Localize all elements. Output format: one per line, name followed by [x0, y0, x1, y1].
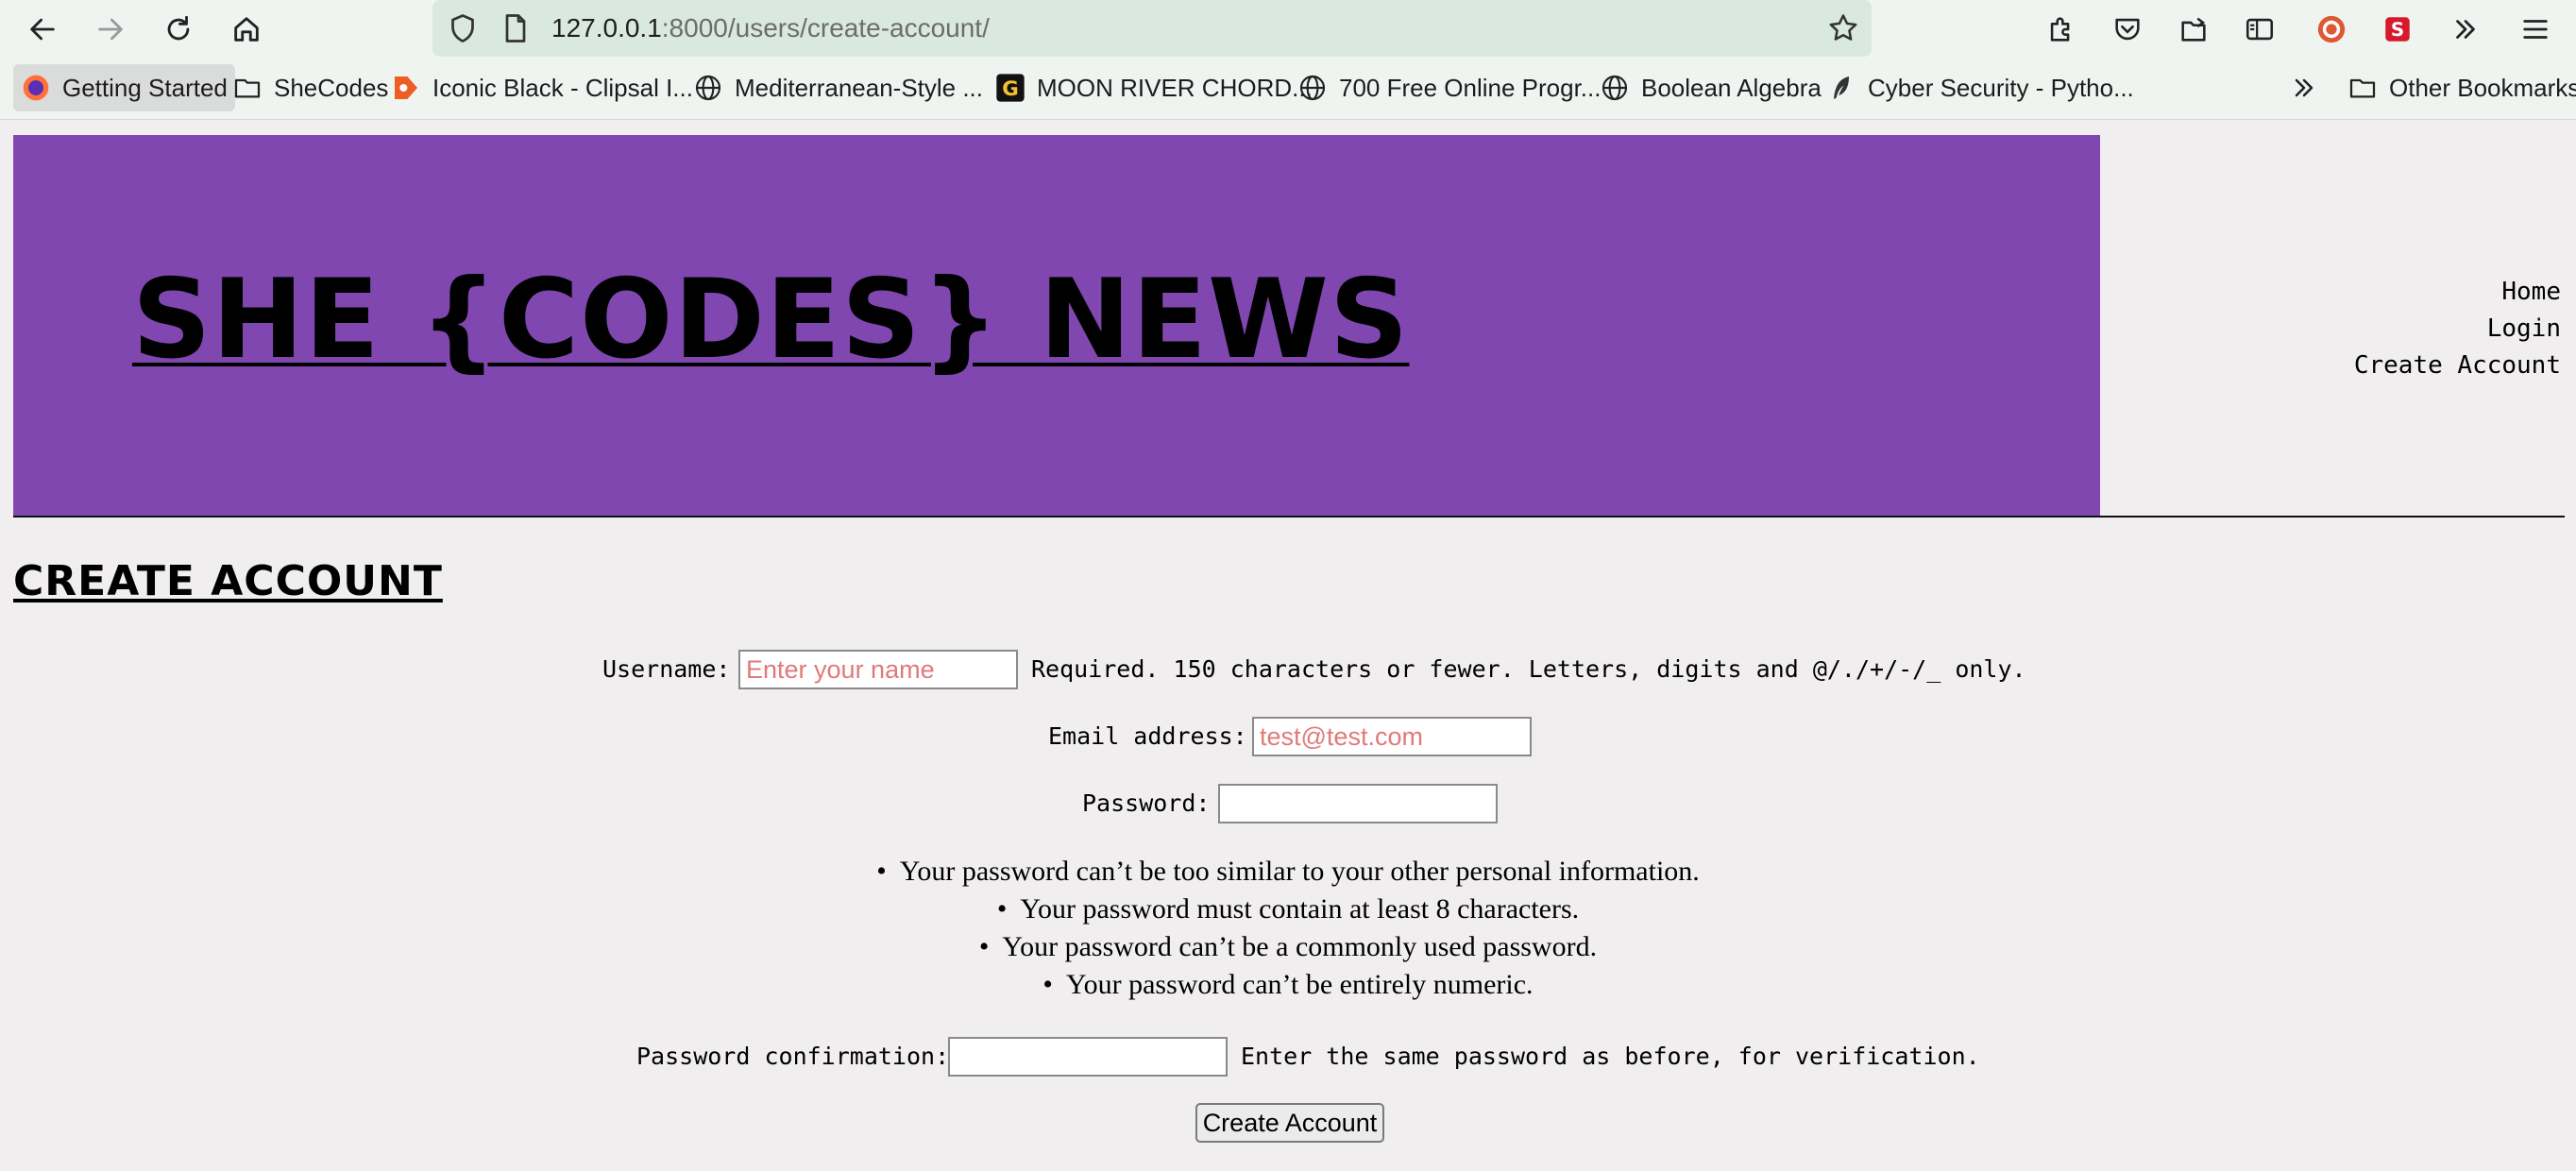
firefox-icon: [23, 75, 49, 101]
puzzle-icon: [2050, 17, 2070, 42]
password-rule-item: Your password can’t be entirely numeric.: [0, 966, 2576, 1004]
bookmark-700-free[interactable]: 700 Free Online Progr...: [1297, 64, 1601, 111]
extension-s-button[interactable]: S: [2374, 6, 2421, 53]
svg-text:G: G: [1002, 77, 1019, 101]
duckduckgo-button[interactable]: [2308, 6, 2355, 53]
feather-icon: [1834, 76, 1849, 99]
page-title: CREATE ACCOUNT: [13, 557, 443, 605]
nav-home-link[interactable]: Home: [2354, 274, 2561, 311]
header-divider: [13, 516, 2565, 518]
back-button[interactable]: [19, 6, 66, 53]
password-confirmation-help-text: Enter the same password as before, for v…: [1241, 1043, 1980, 1070]
reload-button[interactable]: [155, 6, 202, 53]
overflow-button[interactable]: [2442, 6, 2489, 53]
password-confirmation-input[interactable]: [948, 1037, 1228, 1077]
password-rule-item: Your password must contain at least 8 ch…: [0, 891, 2576, 928]
site-title-link[interactable]: SHE {CODES} NEWS: [132, 265, 1409, 375]
username-label: Username:: [602, 655, 731, 683]
bookmarks-bar: Getting Started SheCodes Iconic Black - …: [0, 59, 2576, 120]
home-icon: [234, 17, 259, 42]
g-icon: G: [996, 74, 1025, 102]
password-rule-item: Your password can’t be a commonly used p…: [0, 928, 2576, 966]
globe-icon: [695, 75, 721, 101]
url-text[interactable]: 127.0.0.1:8000/users/create-account/: [551, 0, 990, 57]
password-confirmation-label: Password confirmation:: [636, 1043, 950, 1070]
forward-button[interactable]: [87, 6, 134, 53]
reload-icon: [167, 15, 190, 41]
password-rules-list: Your password can’t be too similar to yo…: [0, 853, 2576, 1004]
extensions-button[interactable]: [2038, 6, 2085, 53]
s-extension-icon: S: [2385, 17, 2410, 42]
hamburger-icon: [2523, 20, 2548, 39]
share-button[interactable]: [2170, 6, 2217, 53]
password-rule-item: Your password can’t be too similar to yo…: [0, 853, 2576, 891]
nav-create-account-link[interactable]: Create Account: [2354, 348, 2561, 384]
share-icon: [2181, 17, 2206, 42]
bookmark-shecodes[interactable]: SheCodes: [232, 64, 388, 111]
page-icon[interactable]: [499, 11, 533, 45]
email-label: Email address:: [1048, 722, 1247, 750]
folder-icon: [2349, 78, 2376, 98]
pocket-icon: [2115, 18, 2140, 41]
password-input[interactable]: [1218, 784, 1498, 823]
other-bookmarks[interactable]: Other Bookmarks: [2347, 64, 2576, 111]
globe-icon: [1299, 75, 1326, 101]
arrow-left-icon: [30, 18, 55, 41]
star-icon[interactable]: [1826, 11, 1860, 45]
username-help-text: Required. 150 characters or fewer. Lette…: [1031, 655, 2026, 683]
sidebar-icon: [2246, 18, 2274, 41]
site-nav: Home Login Create Account: [2354, 274, 2561, 384]
menu-button[interactable]: [2512, 6, 2559, 53]
shield-icon[interactable]: [446, 11, 480, 45]
email-input[interactable]: [1252, 717, 1532, 756]
bookmark-moon-river[interactable]: G MOON RIVER CHORD...: [995, 64, 1313, 111]
duckduckgo-icon: [2317, 15, 2346, 43]
clipsal-icon: [395, 76, 417, 99]
home-button[interactable]: [223, 6, 270, 53]
nav-login-link[interactable]: Login: [2354, 311, 2561, 348]
arrow-right-icon: [98, 18, 123, 41]
pocket-button[interactable]: [2104, 6, 2151, 53]
double-chevron-right-icon: [2295, 78, 2313, 97]
globe-icon: [1602, 75, 1628, 101]
create-account-button[interactable]: Create Account: [1195, 1103, 1384, 1143]
bookmark-boolean-algebra[interactable]: Boolean Algebra: [1600, 64, 1822, 111]
bookmark-clipsal[interactable]: Iconic Black - Clipsal I...: [391, 64, 693, 111]
bookmark-mediterranean[interactable]: Mediterranean-Style ...: [693, 64, 983, 111]
bookmark-cyber-security[interactable]: Cyber Security - Pytho...: [1826, 64, 2134, 111]
browser-toolbar: 127.0.0.1:8000/users/create-account/ S: [0, 0, 2576, 59]
folder-icon: [234, 78, 261, 98]
bookmarks-overflow-button[interactable]: [2289, 64, 2319, 111]
address-bar[interactable]: 127.0.0.1:8000/users/create-account/: [432, 0, 1872, 57]
username-input[interactable]: [738, 650, 1018, 689]
double-chevron-right-icon: [2456, 20, 2475, 39]
password-label: Password:: [1082, 789, 1211, 817]
site-header-banner: SHE {CODES} NEWS: [13, 135, 2100, 516]
reader-view-button[interactable]: [2236, 6, 2283, 53]
svg-text:S: S: [2391, 19, 2404, 41]
bookmark-getting-started[interactable]: Getting Started: [13, 64, 235, 111]
